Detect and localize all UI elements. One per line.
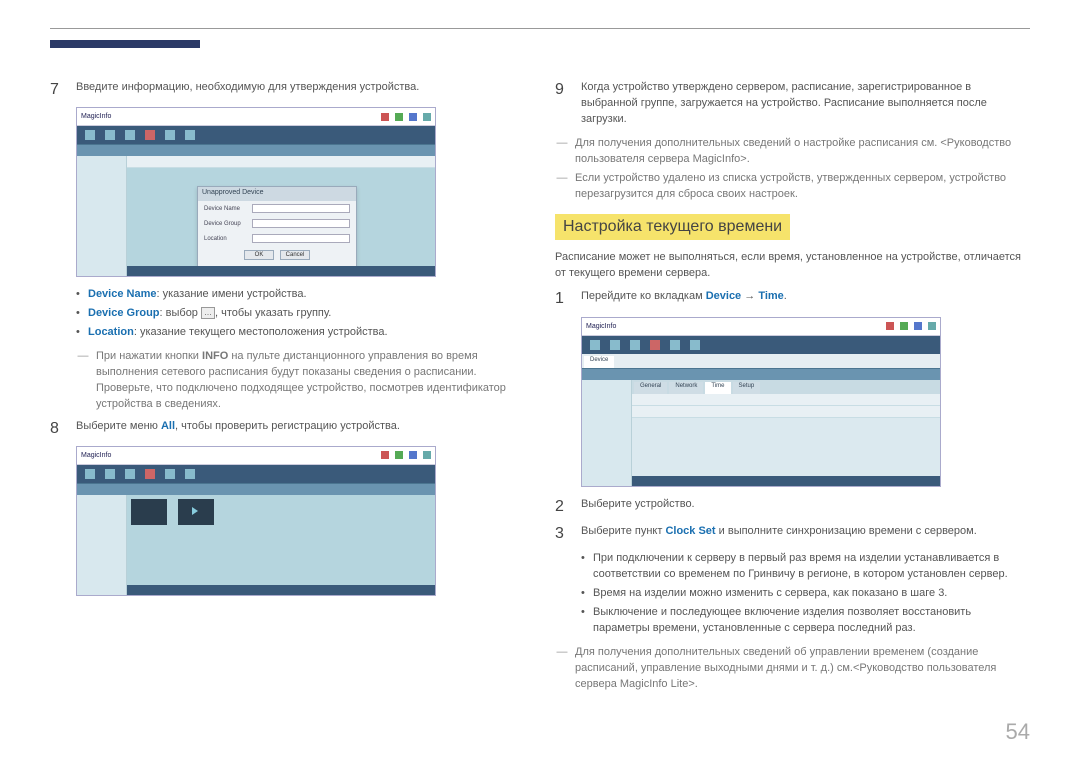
browse-icon: … [201, 307, 215, 319]
page-number: 54 [1006, 719, 1030, 745]
screenshot-device-time: MagicInfo Device General Network [581, 317, 941, 487]
step-number: 3 [555, 524, 571, 543]
step-9: 9 Когда устройство утверждено сервером, … [555, 80, 1030, 128]
tab-time: Time [705, 382, 730, 394]
ok-button: OK [244, 250, 274, 260]
step-number: 2 [555, 497, 571, 516]
note-device-removed: ― Если устройство удалено из списка устр… [555, 171, 1030, 203]
step-3: 3 Выберите пункт Clock Set и выполните с… [555, 524, 1030, 543]
screenshot-all-devices: MagicInfo [76, 446, 436, 596]
bullet-location: Location: указание текущего местоположен… [76, 325, 525, 341]
step-number: 1 [555, 289, 571, 308]
step-8: 8 Выберите меню All, чтобы проверить рег… [50, 419, 525, 438]
step-number: 7 [50, 80, 66, 99]
step-text: Выберите пункт Clock Set и выполните син… [581, 524, 1030, 543]
bullet-power-cycle: Выключение и последующее включение издел… [581, 605, 1030, 637]
cancel-button: Cancel [280, 250, 310, 260]
info-note: ― При нажатии кнопки INFO на пульте дист… [76, 349, 525, 413]
bullet-device-group: Device Group: выбор …, чтобы указать гру… [76, 306, 525, 322]
field-bullets: Device Name: указание имени устройства. … [76, 287, 525, 341]
section-title: Настройка текущего времени [555, 214, 790, 240]
right-column: 9 Когда устройство утверждено сервером, … [555, 80, 1030, 696]
step-text: Перейдите ко вкладкам Device → Time. [581, 289, 1030, 308]
tab-device: Device [584, 356, 614, 368]
left-column: 7 Введите информацию, необходимую для ут… [50, 80, 525, 696]
approve-dialog: Unapproved Device Device Name Device Gro… [197, 186, 357, 277]
dialog-title: Unapproved Device [198, 187, 356, 201]
screenshot-approve-dialog: MagicInfo Unapproved Device Device Name … [76, 107, 436, 277]
bullet-change-server: Время на изделии можно изменить с сервер… [581, 586, 1030, 602]
bullet-device-name: Device Name: указание имени устройства. [76, 287, 525, 303]
step-number: 9 [555, 80, 571, 128]
step-text: Когда устройство утверждено сервером, ра… [581, 80, 1030, 128]
step-text: Введите информацию, необходимую для утве… [76, 80, 525, 99]
bullet-gmt: При подключении к серверу в первый раз в… [581, 551, 1030, 583]
step-text: Выберите устройство. [581, 497, 1030, 516]
step-2: 2 Выберите устройство. [555, 497, 1030, 516]
note-schedule-manual: ― Для получения дополнительных сведений … [555, 136, 1030, 168]
step-text: Выберите меню All, чтобы проверить регис… [76, 419, 525, 438]
step-number: 8 [50, 419, 66, 438]
step-7: 7 Введите информацию, необходимую для ут… [50, 80, 525, 99]
step-1: 1 Перейдите ко вкладкам Device → Time. [555, 289, 1030, 308]
note-time-manual: ― Для получения дополнительных сведений … [555, 645, 1030, 693]
section-intro: Расписание может не выполняться, если вр… [555, 250, 1030, 282]
time-bullets: При подключении к серверу в первый раз в… [581, 551, 1030, 637]
app-logo: MagicInfo [81, 113, 111, 120]
